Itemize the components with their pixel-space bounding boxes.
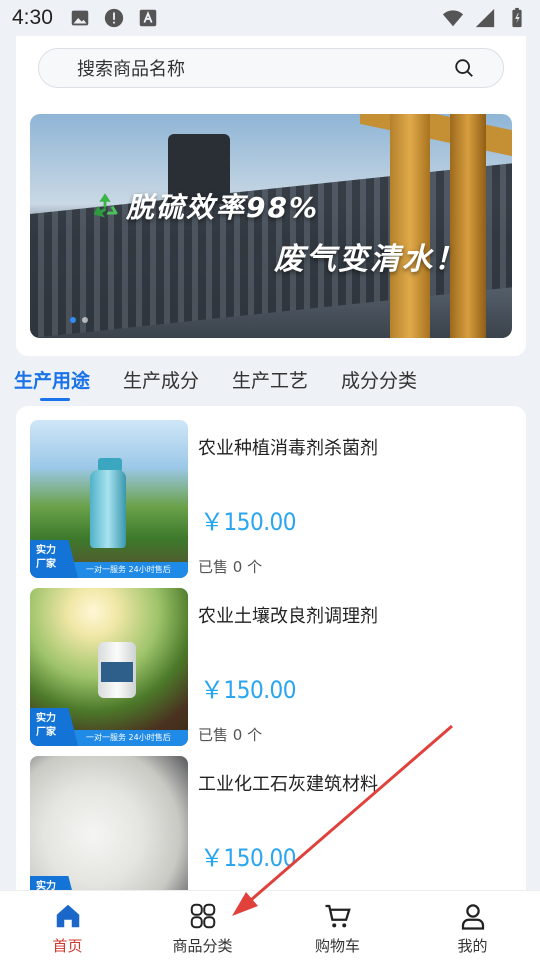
bottom-nav: 首页 商品分类 购物车 我的 [0, 890, 540, 960]
maker-badge: 实力 厂家 [30, 540, 78, 578]
promo-banner[interactable]: 脱硫效率98% 废气变清水！ [30, 114, 512, 338]
product-item[interactable]: 一对一服务 24小时售后 实力 厂家 农业土壤改良剂调理剂 ￥150.00 已售… [30, 588, 520, 746]
nav-home[interactable]: 首页 [0, 891, 135, 960]
image-icon [71, 10, 89, 26]
search-icon[interactable] [453, 57, 475, 79]
banner-pillar-graphic [450, 114, 486, 338]
tab-ingredients[interactable]: 生产成分 [123, 362, 199, 402]
product-price: ￥150.00 [200, 508, 297, 536]
status-time: 4:30 [12, 6, 53, 29]
nav-home-label: 首页 [52, 937, 83, 955]
product-price: ￥150.00 [200, 844, 297, 872]
nav-profile-label: 我的 [457, 937, 488, 955]
banner-dot[interactable] [70, 317, 76, 323]
alert-icon [104, 8, 124, 28]
wifi-icon [442, 10, 464, 27]
text-icon [139, 9, 157, 27]
signal-icon [475, 8, 495, 28]
product-name[interactable]: 工业化工石灰建筑材料 [198, 770, 378, 796]
banner-subline: 废气变清水！ [274, 242, 466, 277]
maker-badge-text: 实力 厂家 [36, 545, 56, 570]
banner-pillar-graphic [390, 114, 430, 338]
product-sold: 已售 0 个 [198, 726, 263, 744]
product-sold: 已售 0 个 [198, 558, 263, 576]
product-image[interactable]: 实力 [30, 756, 188, 890]
search-input[interactable]: 搜索商品名称 [38, 48, 504, 88]
product-name[interactable]: 农业种植消毒剂杀菌剂 [198, 434, 378, 460]
maker-badge-text: 实力 厂家 [36, 713, 56, 738]
maker-badge: 实力 [30, 876, 78, 890]
nav-category[interactable]: 商品分类 [135, 891, 270, 960]
home-icon [56, 904, 79, 928]
maker-badge: 实力 厂家 [30, 708, 78, 746]
service-strip: 一对一服务 24小时售后 [60, 562, 188, 578]
nav-category-label: 商品分类 [172, 937, 233, 955]
tab-process[interactable]: 生产工艺 [232, 362, 308, 402]
user-icon [461, 904, 484, 930]
tab-usage[interactable]: 生产用途 [14, 362, 90, 402]
product-image[interactable]: 一对一服务 24小时售后 实力 厂家 [30, 588, 188, 746]
product-list: 一对一服务 24小时售后 实力 厂家 农业种植消毒剂杀菌剂 ￥150.00 已售… [16, 406, 526, 890]
search-placeholder: 搜索商品名称 [77, 59, 185, 80]
cart-icon [325, 904, 351, 928]
maker-badge-text: 实力 [36, 881, 56, 890]
banner-headline: 脱硫效率98% [88, 186, 319, 226]
category-icon [190, 903, 215, 929]
status-bar: 4:30 [0, 0, 540, 36]
product-image-bottle [90, 470, 126, 548]
product-item[interactable]: 实力 工业化工石灰建筑材料 ￥150.00 [30, 756, 520, 890]
service-strip: 一对一服务 24小时售后 [60, 730, 188, 746]
product-price: ￥150.00 [200, 676, 297, 704]
product-image-label [101, 662, 133, 682]
banner-beam-graphic [360, 114, 512, 157]
product-name[interactable]: 农业土壤改良剂调理剂 [198, 602, 378, 628]
nav-profile[interactable]: 我的 [405, 891, 540, 960]
nav-cart[interactable]: 购物车 [270, 891, 405, 960]
product-item[interactable]: 一对一服务 24小时售后 实力 厂家 农业种植消毒剂杀菌剂 ￥150.00 已售… [30, 420, 520, 578]
recycle-icon [93, 193, 118, 218]
nav-cart-label: 购物车 [314, 937, 360, 955]
tab-ingredient-class[interactable]: 成分分类 [341, 362, 417, 402]
product-image[interactable]: 一对一服务 24小时售后 实力 厂家 [30, 420, 188, 578]
banner-dot[interactable] [82, 317, 88, 323]
category-tabs: 生产用途 生产成分 生产工艺 成分分类 [14, 362, 417, 402]
banner-headline-text: 脱硫效率98% [126, 191, 320, 224]
battery-icon [512, 7, 522, 28]
banner-pagination [70, 317, 88, 323]
